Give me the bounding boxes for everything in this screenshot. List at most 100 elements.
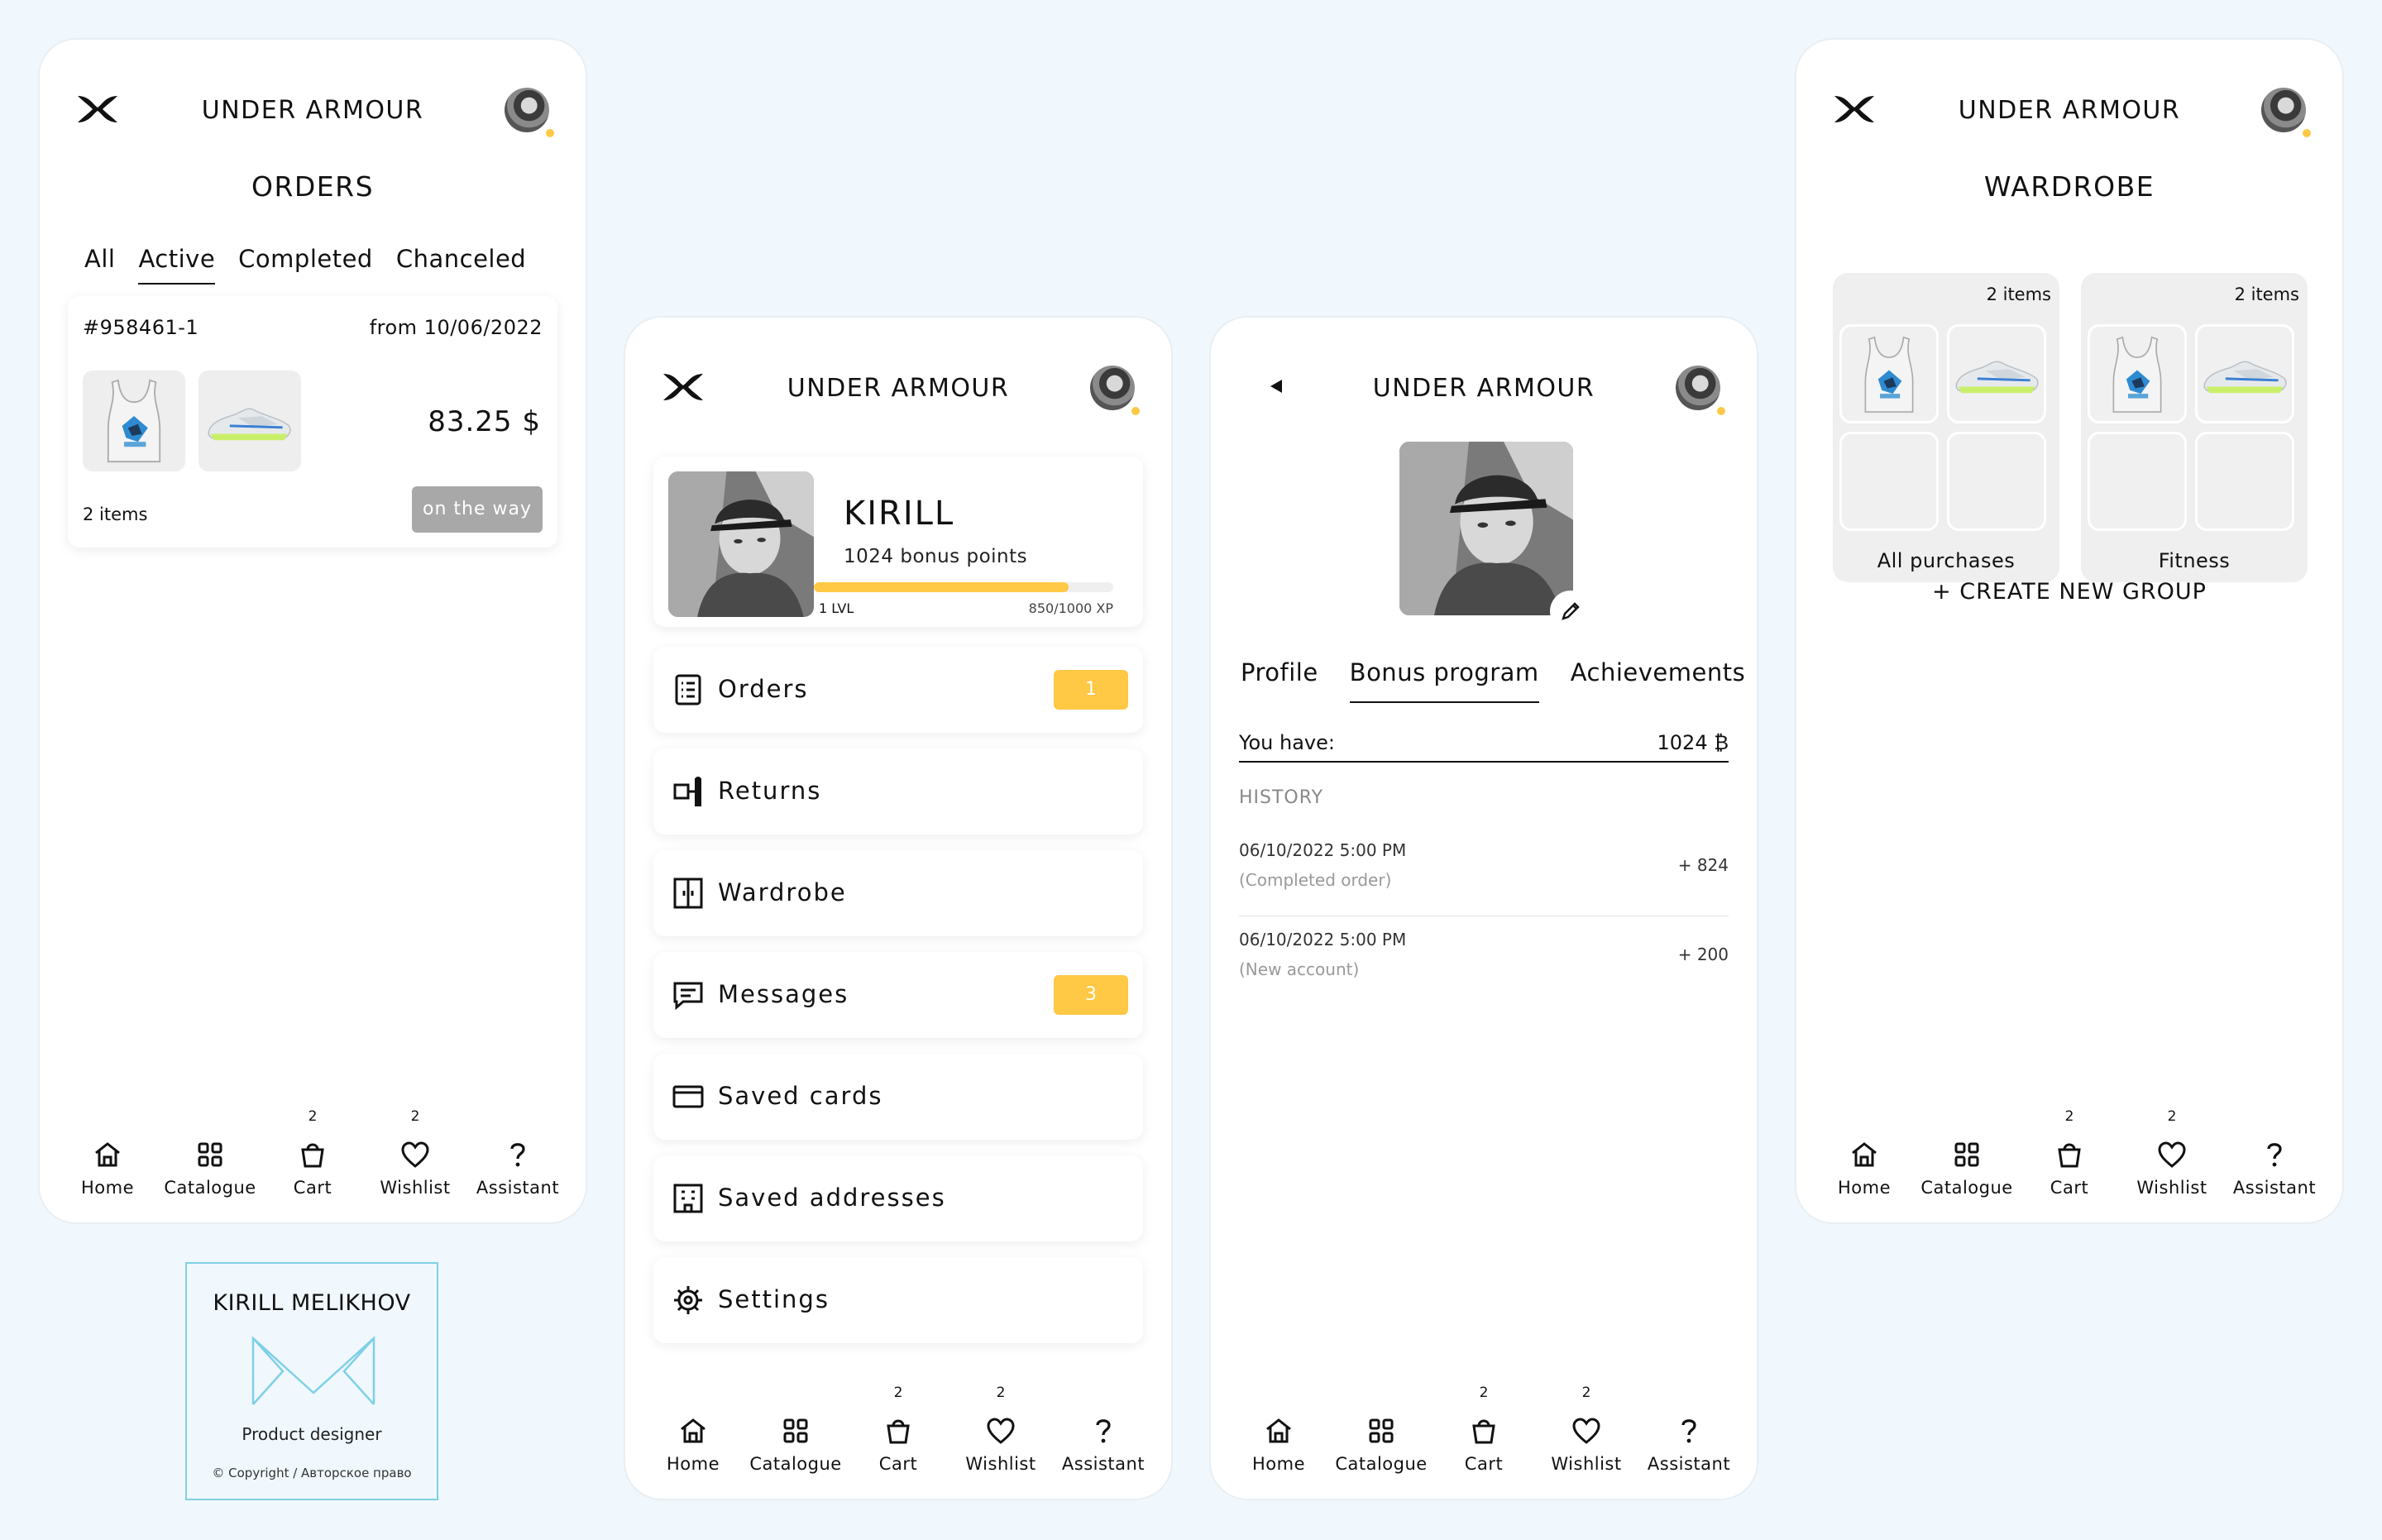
avatar[interactable] bbox=[505, 88, 556, 139]
profile-menu-screen: UNDER ARMOUR KIRILL 1024 bonus points 1 … bbox=[624, 316, 1173, 1500]
bonus-program-screen: UNDER ARMOUR Profile Bonus program Achie… bbox=[1209, 316, 1758, 1500]
app-header: UNDER ARMOUR bbox=[40, 40, 586, 180]
user-summary-card[interactable]: KIRILL 1024 bonus points 1 LVL 850/1000 … bbox=[653, 457, 1143, 627]
order-tabs: All Active Completed Chanceled bbox=[84, 245, 526, 285]
profile-photo bbox=[1399, 442, 1573, 615]
group-item-sneaker bbox=[2195, 324, 2294, 423]
question-icon bbox=[2258, 1138, 2291, 1171]
user-name: KIRILL bbox=[844, 495, 955, 533]
notification-dot bbox=[1130, 405, 1141, 417]
nav-home[interactable]: Home bbox=[62, 1107, 153, 1198]
group-item-tank-top bbox=[2088, 324, 2187, 423]
tank-top-image bbox=[104, 375, 164, 466]
menu-saved-addresses[interactable]: Saved addresses bbox=[653, 1155, 1143, 1241]
nav-cart[interactable]: 2 Cart bbox=[267, 1107, 358, 1198]
home-icon bbox=[1262, 1414, 1295, 1447]
nav-wishlist[interactable]: 2 Wishlist bbox=[955, 1383, 1046, 1474]
xp-progress-bar bbox=[814, 582, 1113, 592]
tab-bonus-program[interactable]: Bonus program bbox=[1349, 658, 1539, 703]
nav-wishlist[interactable]: 2 Wishlist bbox=[2126, 1107, 2217, 1198]
notification-dot bbox=[2301, 127, 2313, 139]
wardrobe-group-fitness[interactable]: 2 items Fitness bbox=[2081, 273, 2308, 582]
wardrobe-group-all-purchases[interactable]: 2 items All purchases bbox=[1833, 273, 2059, 582]
tab-achievements[interactable]: Achievements bbox=[1571, 658, 1746, 703]
brand-title: UNDER ARMOUR bbox=[1372, 374, 1595, 403]
bonus-points: 1024 bonus points bbox=[844, 546, 1028, 567]
avatar[interactable] bbox=[2261, 88, 2313, 139]
nav-wishlist[interactable]: 2 Wishlist bbox=[370, 1107, 461, 1198]
wardrobe-icon bbox=[673, 878, 703, 909]
nav-home[interactable]: Home bbox=[648, 1383, 739, 1474]
balance-label: You have: bbox=[1239, 731, 1335, 754]
home-icon bbox=[1848, 1138, 1881, 1171]
group-empty-slot bbox=[2088, 432, 2187, 531]
avatar[interactable] bbox=[1090, 366, 1141, 417]
designer-logo-icon bbox=[251, 1336, 375, 1405]
nav-assistant[interactable]: Assistant bbox=[2229, 1107, 2320, 1198]
avatar[interactable] bbox=[1676, 366, 1727, 417]
nav-assistant[interactable]: Assistant bbox=[472, 1107, 563, 1198]
tab-all[interactable]: All bbox=[84, 245, 115, 285]
balance-row: You have: 1024 ₿ bbox=[1239, 725, 1729, 763]
menu-saved-cards[interactable]: Saved cards bbox=[653, 1054, 1143, 1140]
order-id: #958461-1 bbox=[83, 316, 199, 339]
app-header: UNDER ARMOUR bbox=[625, 318, 1171, 458]
catalogue-icon bbox=[1950, 1138, 1983, 1171]
cart-icon bbox=[296, 1138, 329, 1171]
history-title: HISTORY bbox=[1239, 787, 1324, 808]
pencil-icon bbox=[1562, 602, 1580, 620]
nav-catalogue[interactable]: Catalogue bbox=[749, 1383, 841, 1474]
edit-photo-button[interactable] bbox=[1550, 591, 1591, 632]
group-item-count: 2 items bbox=[2234, 285, 2299, 304]
cart-count: 2 bbox=[1479, 1385, 1489, 1401]
order-date: from 10/06/2022 bbox=[369, 316, 543, 339]
history-item: 06/10/2022 5:00 PM (Completed order) + 8… bbox=[1239, 840, 1729, 916]
page-title: ORDERS bbox=[251, 170, 375, 203]
nav-catalogue[interactable]: Catalogue bbox=[164, 1107, 256, 1198]
order-items-count: 2 items bbox=[83, 505, 148, 524]
messages-count-badge: 3 bbox=[1054, 975, 1128, 1015]
order-status-badge: on the way bbox=[412, 486, 543, 533]
history-item: 06/10/2022 5:00 PM (New account) + 200 bbox=[1239, 930, 1729, 979]
nav-assistant[interactable]: Assistant bbox=[1058, 1383, 1149, 1474]
user-level: 1 LVL bbox=[819, 600, 854, 616]
nav-home[interactable]: Home bbox=[1819, 1107, 1910, 1198]
nav-catalogue[interactable]: Catalogue bbox=[1920, 1107, 2012, 1198]
menu-returns[interactable]: Returns bbox=[653, 748, 1143, 835]
nav-home[interactable]: Home bbox=[1233, 1383, 1324, 1474]
menu-wardrobe[interactable]: Wardrobe bbox=[653, 850, 1143, 936]
group-item-sneaker bbox=[1947, 324, 2046, 423]
nav-cart[interactable]: 2 Cart bbox=[853, 1383, 944, 1474]
menu-messages[interactable]: Messages 3 bbox=[653, 952, 1143, 1038]
order-item-tank-top[interactable] bbox=[83, 371, 185, 471]
catalogue-icon bbox=[779, 1414, 812, 1447]
order-card[interactable]: #958461-1 from 10/06/2022 83.25 $ 2 item… bbox=[68, 296, 557, 548]
tab-active[interactable]: Active bbox=[138, 245, 216, 285]
cart-icon bbox=[1467, 1414, 1500, 1447]
sneaker-image bbox=[2201, 352, 2290, 399]
notification-dot bbox=[544, 127, 556, 139]
heart-icon bbox=[984, 1414, 1017, 1447]
order-item-sneaker[interactable] bbox=[198, 371, 301, 471]
nav-cart[interactable]: 2 Cart bbox=[1438, 1383, 1529, 1474]
order-price: 83.25 $ bbox=[428, 405, 541, 438]
cart-icon bbox=[2053, 1138, 2086, 1171]
bottom-nav: Home Catalogue 2 Cart 2 Wishlist Assistant bbox=[40, 1107, 586, 1198]
tab-canceled[interactable]: Chanceled bbox=[396, 245, 526, 285]
nav-catalogue[interactable]: Catalogue bbox=[1335, 1383, 1427, 1474]
balance-value: 1024 ₿ bbox=[1657, 731, 1729, 754]
heart-icon bbox=[2155, 1138, 2188, 1171]
wardrobe-screen: UNDER ARMOUR WARDROBE 2 items All purcha… bbox=[1795, 38, 2344, 1224]
wishlist-count: 2 bbox=[2167, 1108, 2177, 1125]
catalogue-icon bbox=[194, 1138, 227, 1171]
tab-completed[interactable]: Completed bbox=[238, 245, 373, 285]
menu-settings[interactable]: Settings bbox=[653, 1257, 1143, 1343]
tab-profile[interactable]: Profile bbox=[1241, 658, 1318, 703]
menu-orders[interactable]: Orders 1 bbox=[653, 647, 1143, 733]
create-new-group-button[interactable]: + CREATE NEW GROUP bbox=[1796, 579, 2342, 605]
question-icon bbox=[1087, 1414, 1120, 1447]
nav-assistant[interactable]: Assistant bbox=[1643, 1383, 1734, 1474]
nav-cart[interactable]: 2 Cart bbox=[2024, 1107, 2115, 1198]
nav-wishlist[interactable]: 2 Wishlist bbox=[1541, 1383, 1632, 1474]
brand-title: UNDER ARMOUR bbox=[201, 96, 424, 125]
